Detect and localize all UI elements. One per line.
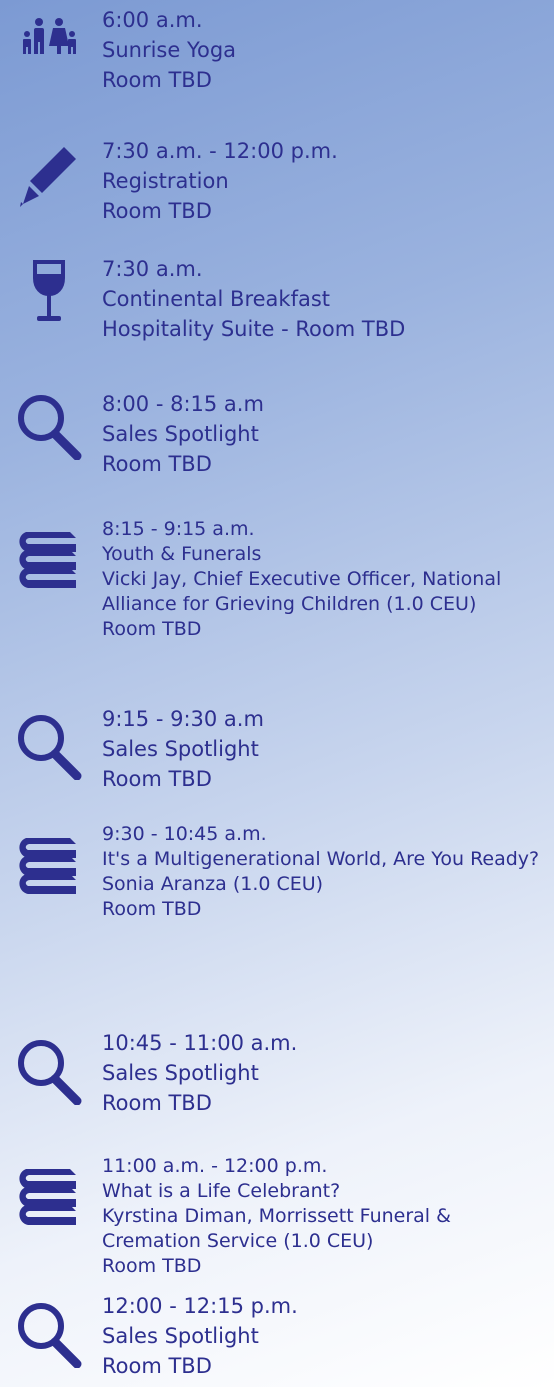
item-title: Sales Spotlight: [102, 737, 259, 761]
item-room: Hospitality Suite - Room TBD: [102, 317, 406, 341]
item-time: 6:00 a.m.: [102, 8, 203, 32]
books-icon: [14, 526, 84, 590]
search-icon: [14, 1300, 84, 1368]
item-time: 10:45 - 11:00 a.m.: [102, 1031, 298, 1055]
search-icon: [14, 712, 84, 780]
pencil-icon: [14, 143, 84, 209]
item-room: Room TBD: [102, 199, 212, 223]
item-title: Sales Spotlight: [102, 1324, 259, 1348]
item-room: Room TBD: [102, 1255, 202, 1277]
item-room: Room TBD: [102, 618, 202, 640]
item-title: Youth & Funerals: [102, 543, 262, 565]
books-icon: [14, 832, 84, 896]
wine-glass-icon: [14, 258, 84, 328]
item-time: 8:15 - 9:15 a.m.: [102, 518, 255, 540]
item-title: Continental Breakfast: [102, 287, 331, 311]
family-icon: [14, 16, 84, 56]
item-speaker: Sonia Aranza (1.0 CEU): [102, 873, 324, 895]
item-time: 7:30 a.m. - 12:00 p.m.: [102, 139, 338, 163]
item-room: Room TBD: [102, 68, 212, 92]
search-icon: [14, 1037, 84, 1105]
item-time: 11:00 a.m. - 12:00 p.m.: [102, 1155, 328, 1177]
item-time: 7:30 a.m.: [102, 257, 203, 281]
item-time: 9:15 - 9:30 a.m: [102, 707, 264, 731]
item-title: Registration: [102, 169, 229, 193]
item-time: 9:30 - 10:45 a.m.: [102, 823, 267, 845]
item-title: Sales Spotlight: [102, 422, 259, 446]
item-room: Room TBD: [102, 1091, 212, 1115]
item-speaker: Vicki Jay, Chief Executive Officer, Nati…: [102, 568, 502, 615]
item-speaker: Kyrstina Diman, Morrissett Funeral & Cre…: [102, 1205, 451, 1252]
item-room: Room TBD: [102, 898, 202, 920]
item-room: Room TBD: [102, 452, 212, 476]
search-icon: [14, 392, 84, 460]
item-title: What is a Life Celebrant?: [102, 1180, 341, 1202]
books-icon: [14, 1163, 84, 1227]
item-time: 8:00 - 8:15 a.m: [102, 392, 264, 416]
item-room: Room TBD: [102, 767, 212, 791]
schedule-list: 6:00 a.m. Sunrise Yoga Room TBD 7:30 a.m…: [0, 0, 554, 1387]
item-title: It's a Multigenerational World, Are You …: [102, 848, 540, 870]
item-room: Room TBD: [102, 1354, 212, 1378]
item-title: Sales Spotlight: [102, 1061, 259, 1085]
item-title: Sunrise Yoga: [102, 38, 237, 62]
item-time: 12:00 - 12:15 p.m.: [102, 1294, 298, 1318]
